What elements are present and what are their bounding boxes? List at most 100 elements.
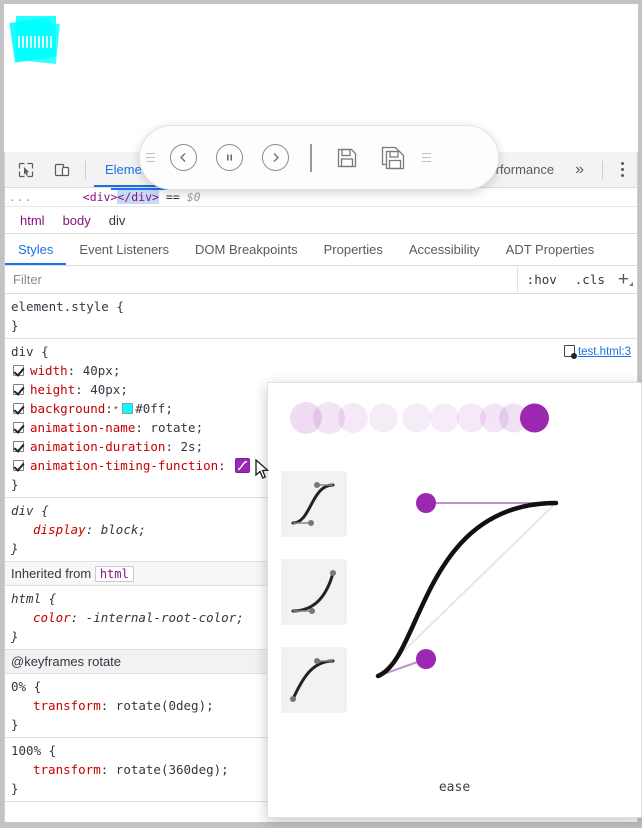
- filter-input[interactable]: [5, 266, 518, 293]
- preset-ease-out[interactable]: [281, 647, 347, 713]
- declaration-value[interactable]: -internal-root-color: [86, 610, 237, 625]
- preset-ease-in-out[interactable]: [281, 471, 347, 537]
- styles-filter-bar: :hov .cls +: [5, 266, 637, 294]
- breadcrumb-item-div[interactable]: div: [100, 213, 135, 228]
- tab-event-listeners[interactable]: Event Listeners: [66, 234, 182, 265]
- declaration-checkbox[interactable]: [13, 365, 24, 376]
- dom-ref: $0: [186, 190, 201, 204]
- animation-control-overlay[interactable]: [139, 125, 499, 190]
- save-all-icon: [381, 146, 405, 169]
- declaration-property: height: [30, 382, 76, 397]
- declaration-property: animation-duration: [30, 439, 166, 454]
- bezier-curve-glyph: [238, 460, 248, 471]
- device-toolbar-glyph: [54, 163, 70, 176]
- pause-button[interactable]: [206, 135, 252, 181]
- cubic-bezier-editor-popup[interactable]: ease: [267, 382, 642, 818]
- declaration-value[interactable]: rotate(0deg): [116, 698, 206, 713]
- toolbar-right-group: »: [565, 160, 637, 179]
- preview-trail-dot: [402, 403, 431, 433]
- bezier-curve-canvas[interactable]: [364, 471, 634, 771]
- bezier-preset-list: [281, 471, 347, 735]
- dom-ellipsis[interactable]: ...: [5, 190, 39, 204]
- new-style-rule-button[interactable]: +: [614, 270, 637, 289]
- animated-div-element: [9, 14, 60, 64]
- tab-styles-label: Styles: [18, 242, 54, 257]
- tab-styles[interactable]: Styles: [5, 234, 66, 265]
- dom-tree-strip: ... <div> </div> == $0: [5, 188, 637, 206]
- inherited-from-tag[interactable]: html: [94, 566, 134, 582]
- tab-dom-breakpoints-label: DOM Breakpoints: [195, 242, 298, 257]
- tab-event-listeners-label: Event Listeners: [79, 242, 170, 257]
- tab-accessibility[interactable]: Accessibility: [396, 234, 493, 265]
- chevron-left-icon: [169, 144, 197, 171]
- bezier-animation-preview: [268, 383, 641, 453]
- chevron-right-icon: [261, 144, 289, 171]
- rule-source-label: test.html:3: [577, 346, 631, 358]
- hov-button[interactable]: :hov: [518, 272, 566, 287]
- declaration-checkbox[interactable]: [13, 441, 24, 452]
- tab-adt-properties[interactable]: ADT Properties: [493, 234, 608, 265]
- rule-source-link[interactable]: test.html:3: [563, 343, 631, 362]
- declaration-value[interactable]: block: [101, 522, 139, 537]
- declaration-value[interactable]: rotate(360deg): [116, 762, 221, 777]
- tab-accessibility-label: Accessibility: [408, 242, 480, 257]
- save-all-button[interactable]: [370, 135, 416, 181]
- dom-node-open[interactable]: <div>: [83, 190, 118, 204]
- preview-trail-dot: [338, 403, 368, 433]
- drag-handle-right-icon[interactable]: [416, 153, 436, 162]
- preset-ease-in[interactable]: [281, 559, 347, 625]
- preview-trail-dot: [430, 403, 459, 433]
- declaration-property: animation-timing-function: [30, 458, 219, 473]
- expand-shorthand-icon[interactable]: ▸: [114, 399, 119, 418]
- declaration-property: width: [30, 363, 68, 378]
- rule-element-style[interactable]: element.style { }: [5, 294, 637, 339]
- preview-trail-dot: [369, 403, 398, 433]
- tab-properties[interactable]: Properties: [311, 234, 396, 265]
- pause-glyph: [226, 154, 232, 161]
- more-tabs-icon[interactable]: »: [565, 161, 594, 179]
- declaration-checkbox[interactable]: [13, 422, 24, 433]
- preview-active-dot: [520, 403, 549, 433]
- color-swatch[interactable]: [122, 403, 134, 414]
- declaration-checkbox[interactable]: [13, 460, 24, 471]
- declaration-value[interactable]: 40px: [90, 380, 120, 399]
- styles-tab-list: Styles Event Listeners DOM Breakpoints P…: [5, 234, 637, 266]
- declaration-property: transform: [33, 762, 101, 777]
- play-forward-button[interactable]: [252, 135, 298, 181]
- ease-out-curve-icon: [290, 658, 335, 702]
- bezier-curve-svg: [375, 493, 559, 679]
- inspect-cursor-icon[interactable]: [11, 157, 41, 183]
- chevron-left-glyph: [179, 153, 185, 162]
- replay-button[interactable]: [160, 135, 206, 181]
- declaration-checkbox[interactable]: [13, 403, 24, 414]
- declaration-value[interactable]: 40px: [83, 361, 113, 380]
- ease-in-out-curve-icon: [291, 482, 335, 526]
- cls-button[interactable]: .cls: [566, 272, 614, 287]
- drag-handle-left-icon[interactable]: [140, 153, 160, 162]
- rule-selector: div {: [11, 344, 49, 359]
- control-point-p2: [416, 493, 436, 513]
- declaration-value[interactable]: rotate: [150, 418, 195, 437]
- declaration-value[interactable]: 2s: [181, 437, 196, 456]
- declaration-value[interactable]: #0ff: [135, 399, 165, 418]
- breadcrumb-item-body[interactable]: body: [54, 213, 100, 228]
- window-frame-left: [0, 0, 4, 828]
- ease-in-curve-icon: [291, 570, 336, 614]
- devtools-menu-icon[interactable]: [611, 162, 633, 177]
- cubic-bezier-swatch-icon[interactable]: [235, 458, 251, 473]
- inspect-cursor-glyph: [18, 162, 34, 177]
- declaration-checkbox[interactable]: [13, 384, 24, 395]
- tab-properties-label: Properties: [323, 242, 383, 257]
- pause-icon: [215, 144, 243, 171]
- toolbar-divider-2: [602, 160, 603, 179]
- declaration-property: display: [33, 522, 86, 537]
- tab-dom-breakpoints[interactable]: DOM Breakpoints: [182, 234, 311, 265]
- declaration-width[interactable]: width: 40px;: [11, 361, 637, 380]
- chevron-right-glyph: [273, 153, 279, 162]
- dom-equals: ==: [165, 190, 180, 204]
- declaration-property: transform: [33, 698, 101, 713]
- device-toolbar-icon[interactable]: [47, 157, 77, 183]
- breadcrumb-item-html[interactable]: html: [11, 213, 54, 228]
- dom-node-close[interactable]: </div>: [117, 190, 159, 204]
- save-button[interactable]: [324, 135, 370, 181]
